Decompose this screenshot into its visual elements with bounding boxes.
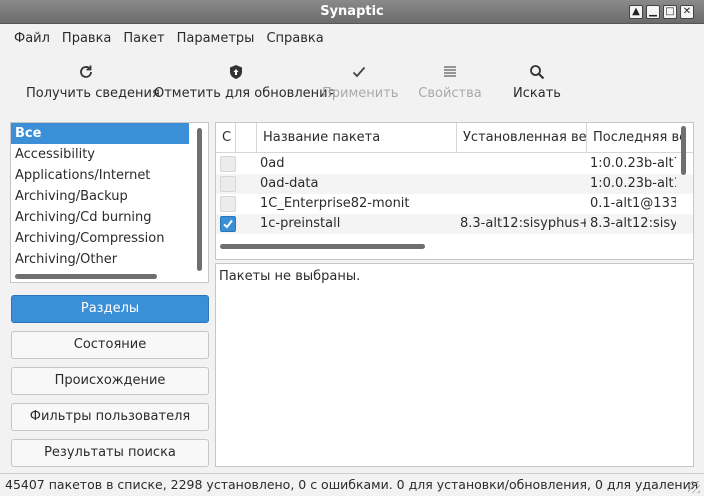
checkmark-icon (223, 219, 233, 229)
status-bar: 45407 пакетов в списке, 2298 установлено… (0, 473, 704, 496)
category-list[interactable]: Все Accessibility Applications/Internet … (10, 122, 209, 283)
move-up-icon[interactable]: ▲ (629, 5, 643, 19)
search-button[interactable]: Искать (506, 58, 568, 110)
package-name: 0ad-data (260, 176, 319, 191)
sections-button[interactable]: Разделы (11, 295, 209, 323)
properties-button[interactable]: Свойства (414, 58, 486, 110)
latest-version: 1:0.0.23b-alt7: (590, 156, 676, 171)
package-name: 1C_Enterprise82-monit (260, 196, 410, 211)
latest-version: 1:0.0.23b-alt1: (590, 176, 676, 191)
checkmark-icon (322, 58, 396, 86)
column-header-status[interactable]: С (216, 123, 236, 153)
latest-version: 8.3-alt12:sisyp (590, 216, 676, 231)
category-vscrollbar[interactable] (197, 128, 202, 271)
package-name: 0ad (260, 156, 285, 171)
installed-version (460, 174, 586, 194)
table-row[interactable]: 1c-preinstall 8.3-alt12:sisyphus+24 8.3-… (216, 214, 693, 234)
column-header-installed[interactable]: Установленная вер (457, 123, 587, 153)
menu-settings[interactable]: Параметры (171, 31, 261, 46)
menu-help[interactable]: Справка (260, 31, 329, 46)
resize-grip-icon[interactable] (688, 481, 700, 493)
table-row[interactable]: 1C_Enterprise82-monit 0.1-alt1@1332 (216, 194, 693, 214)
description-text: Пакеты не выбраны. (219, 269, 361, 284)
properties-icon (414, 58, 486, 86)
table-row[interactable]: 0ad 1:0.0.23b-alt7: (216, 154, 693, 174)
installed-version: 8.3-alt12:sisyphus+24 (460, 216, 586, 231)
package-table[interactable]: С Название пакета Установленная вер Посл… (215, 122, 694, 260)
latest-version: 0.1-alt1@1332 (590, 196, 676, 211)
status-button[interactable]: Состояние (11, 331, 209, 359)
custom-filters-button[interactable]: Фильтры пользователя (11, 403, 209, 431)
menu-package[interactable]: Пакет (117, 31, 170, 46)
checkbox[interactable] (220, 196, 236, 212)
menu-file[interactable]: Файл (8, 31, 56, 46)
refresh-icon (26, 58, 146, 86)
category-item[interactable]: Archiving/Cd burning (11, 207, 189, 228)
package-description: Пакеты не выбраны. (215, 263, 694, 467)
mark-upgrades-button[interactable]: Отметить для обновления (154, 58, 335, 110)
title-bar: Synaptic ▲ ▁ □ ✕ (0, 0, 704, 24)
status-text: 45407 пакетов в списке, 2298 установлено… (5, 477, 699, 492)
installed-version (460, 154, 586, 174)
category-item[interactable]: Archiving/Other (11, 249, 189, 270)
checkbox[interactable] (220, 176, 236, 192)
table-header: С Название пакета Установленная вер Посл… (216, 123, 693, 153)
category-item[interactable]: Accessibility (11, 144, 189, 165)
apply-button[interactable]: Применить (322, 58, 398, 110)
category-item[interactable]: Archiving/Backup (11, 186, 189, 207)
window-title: Synaptic (320, 4, 384, 19)
package-vscrollbar[interactable] (681, 126, 686, 175)
category-hscrollbar[interactable] (15, 274, 157, 279)
shield-upgrade-icon (154, 58, 318, 86)
category-item[interactable]: Archiving/Compression (11, 228, 189, 249)
category-item-all[interactable]: Все (11, 123, 189, 144)
origin-button[interactable]: Происхождение (11, 367, 209, 395)
menu-bar: Файл Правка Пакет Параметры Справка (0, 24, 704, 52)
search-results-button[interactable]: Результаты поиска (11, 439, 209, 467)
close-icon[interactable]: ✕ (680, 5, 694, 19)
checkbox[interactable] (220, 156, 236, 172)
menu-edit[interactable]: Правка (56, 31, 117, 46)
minimize-icon[interactable]: ▁ (646, 5, 660, 19)
checkbox-checked[interactable] (220, 216, 236, 232)
column-header-support[interactable] (236, 123, 257, 153)
package-name: 1c-preinstall (260, 216, 341, 231)
maximize-icon[interactable]: □ (663, 5, 677, 19)
search-icon (506, 58, 568, 86)
category-item[interactable]: Applications/Internet (11, 165, 189, 186)
table-row[interactable]: 0ad-data 1:0.0.23b-alt1: (216, 174, 693, 194)
reload-button[interactable]: Получить сведения (26, 58, 160, 110)
installed-version (460, 194, 586, 214)
column-header-name[interactable]: Название пакета (257, 123, 457, 153)
package-hscrollbar[interactable] (220, 244, 425, 249)
column-header-latest[interactable]: Последняя ве (587, 123, 682, 153)
